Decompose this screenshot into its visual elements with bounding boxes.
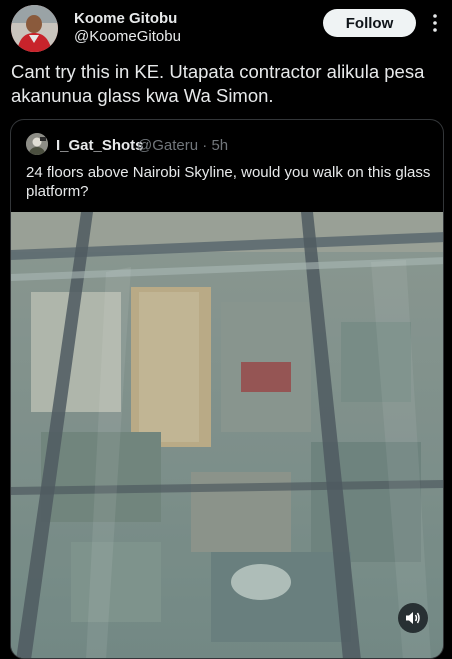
quote-timestamp: 5h (211, 137, 229, 154)
quote-author-handle-time: @Gateru · 5h (137, 137, 229, 154)
quote-author-avatar (26, 133, 48, 155)
more-options-button[interactable] (425, 12, 445, 34)
video-media[interactable] (11, 212, 443, 658)
follow-button[interactable]: Follow (323, 9, 416, 37)
quote-author-name: I_Gat_Shots (56, 137, 144, 154)
volume-icon (406, 612, 420, 624)
author-name[interactable]: Koome Gitobu (74, 10, 177, 27)
author-handle[interactable]: @KoomeGitobu (74, 28, 181, 45)
quote-avatar-image (26, 133, 48, 155)
quote-text: 24 floors above Nairobi Skyline, would y… (26, 164, 431, 200)
quoted-post-card[interactable]: I_Gat_Shots @Gateru · 5h 24 floors above… (10, 119, 444, 659)
video-frame (11, 212, 443, 658)
more-dots-icon (433, 14, 437, 32)
quote-author-handle: @Gateru (137, 137, 199, 154)
author-avatar[interactable] (11, 5, 58, 52)
post-text: Cant try this in KE. Utapata contractor … (11, 61, 425, 106)
volume-button[interactable] (398, 603, 428, 633)
avatar-image (11, 5, 58, 52)
post-header: Koome Gitobu @KoomeGitobu Follow (0, 0, 452, 56)
